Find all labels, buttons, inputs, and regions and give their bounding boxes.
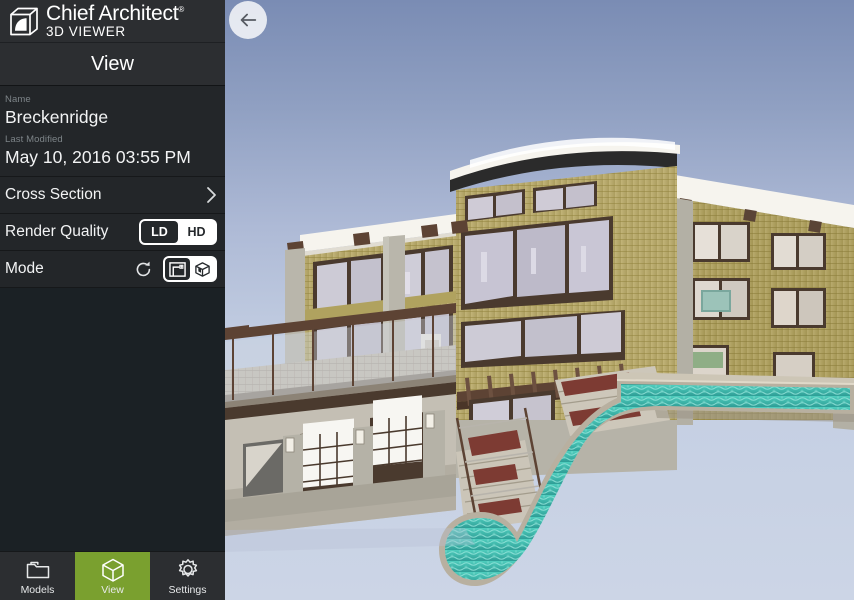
- row-render-quality[interactable]: Render Quality LD HD: [0, 214, 225, 251]
- mode-option-cube-icon[interactable]: [190, 258, 215, 280]
- model-info: Name Breckenridge Last Modified May 10, …: [0, 86, 225, 177]
- tab-models-label: Models: [20, 583, 55, 596]
- name-value: Breckenridge: [5, 107, 109, 127]
- model-viewport[interactable]: [225, 0, 854, 600]
- arrow-left-icon: [237, 9, 259, 31]
- brand-name: Chief Architect®: [46, 2, 185, 26]
- chevron-right-icon: [206, 186, 217, 204]
- tab-view[interactable]: View: [75, 552, 150, 600]
- brand-header: Chief Architect® 3D VIEWER: [0, 0, 225, 43]
- mode-segmented-control[interactable]: [163, 256, 217, 282]
- sidebar-empty-area: [0, 288, 225, 551]
- render-quality-label: Render Quality: [5, 223, 109, 240]
- row-mode[interactable]: Mode: [0, 251, 225, 288]
- house-3d-render: [225, 0, 854, 600]
- trademark-symbol: ®: [178, 5, 185, 15]
- row-cross-section[interactable]: Cross Section: [0, 177, 225, 214]
- mode-option-floor-plan-icon[interactable]: [165, 258, 190, 280]
- cross-section-label: Cross Section: [5, 186, 102, 203]
- tab-settings[interactable]: Settings: [150, 552, 225, 600]
- page-title: View: [91, 52, 134, 75]
- render-quality-segmented-control[interactable]: LD HD: [139, 219, 217, 245]
- render-quality-option-hd[interactable]: HD: [178, 221, 215, 243]
- tab-models[interactable]: Models: [0, 552, 75, 600]
- refresh-icon[interactable]: [134, 260, 153, 279]
- bottom-tab-bar: Models View Settings: [0, 551, 225, 600]
- last-modified-label: Last Modified: [5, 134, 63, 145]
- folder-icon: [25, 557, 51, 583]
- app-root: Chief Architect® 3D VIEWER View Name Bre…: [0, 0, 854, 600]
- mode-label: Mode: [5, 260, 44, 277]
- sidebar: Chief Architect® 3D VIEWER View Name Bre…: [0, 0, 225, 600]
- tab-view-label: View: [101, 583, 124, 596]
- cube-icon: [100, 557, 126, 583]
- back-button[interactable]: [229, 1, 267, 39]
- gear-icon: [175, 557, 201, 583]
- last-modified-value: May 10, 2016 03:55 PM: [5, 147, 191, 167]
- brand-product: 3D VIEWER: [46, 24, 126, 40]
- render-quality-option-ld[interactable]: LD: [141, 221, 178, 243]
- tab-settings-label: Settings: [168, 583, 207, 596]
- settings-rows: Cross Section Render Quality LD HD Mode: [0, 177, 225, 288]
- brand-text: Chief Architect® 3D VIEWER: [46, 3, 184, 39]
- name-label: Name: [5, 94, 31, 105]
- cube-logo-icon: [6, 5, 42, 38]
- page-title-bar: View: [0, 43, 225, 86]
